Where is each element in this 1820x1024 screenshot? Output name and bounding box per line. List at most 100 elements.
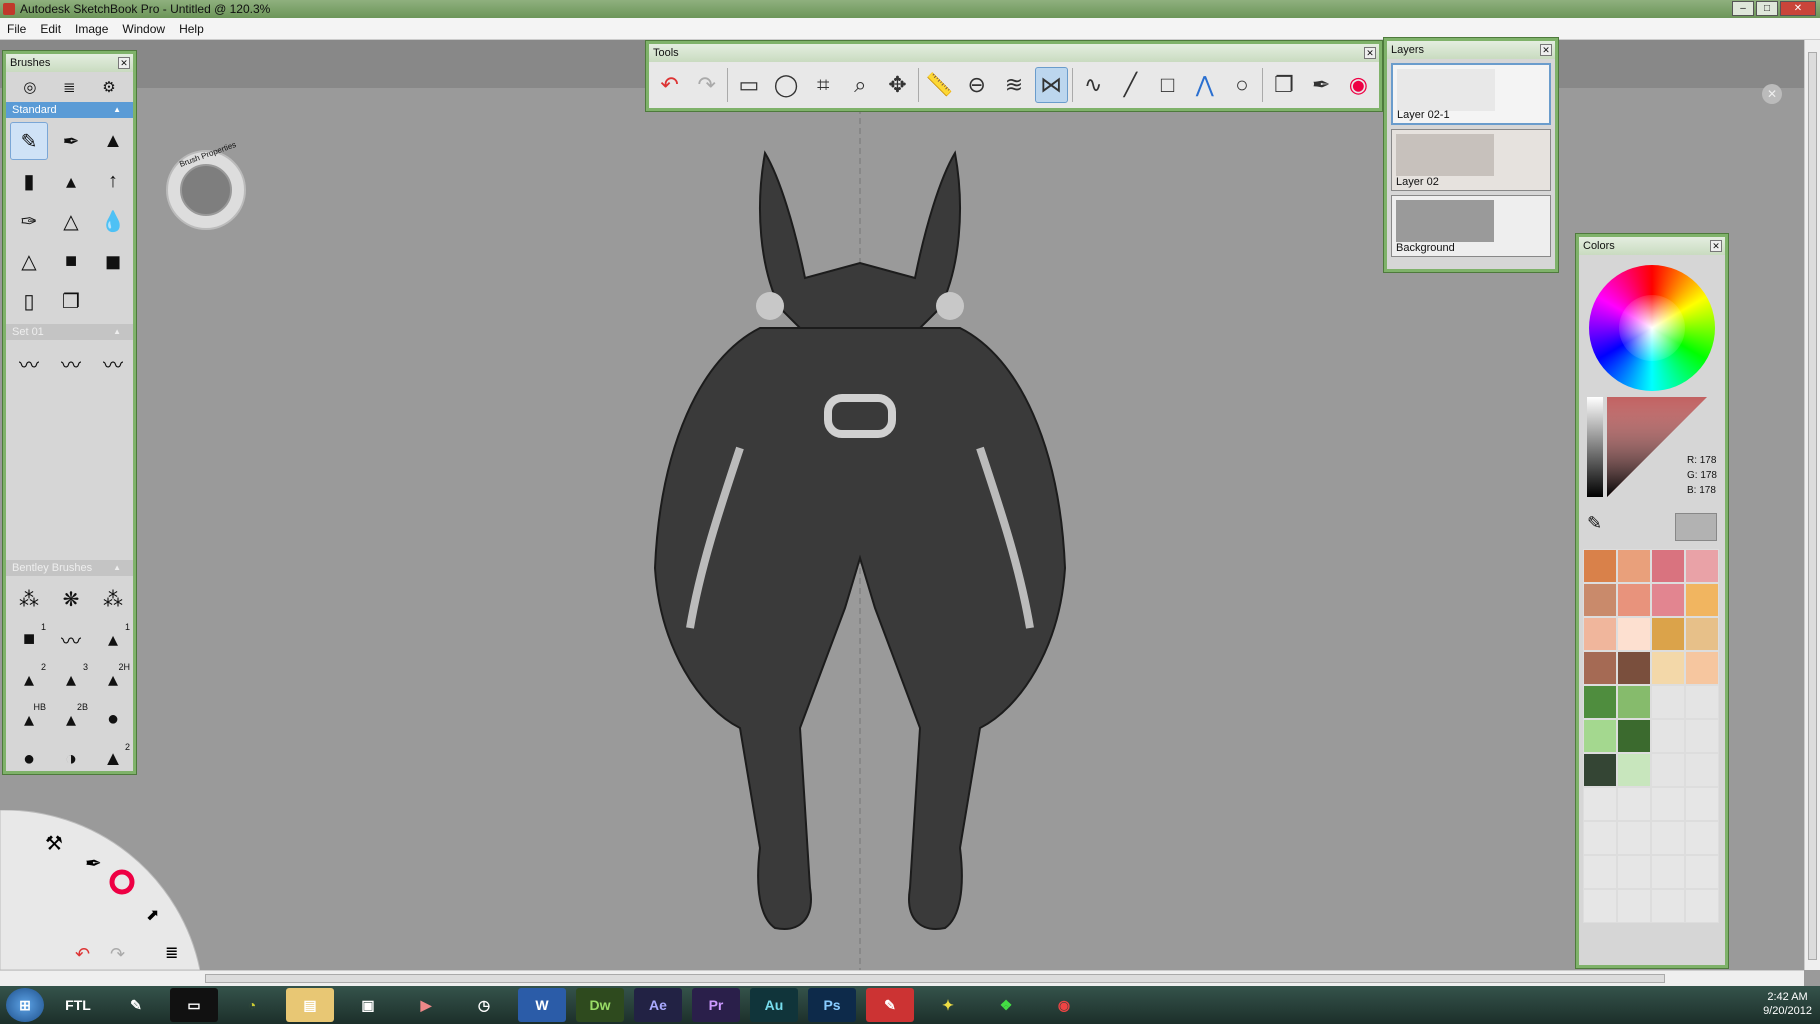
color-swatch[interactable]	[1685, 617, 1719, 651]
menu-window[interactable]: Window	[115, 22, 172, 36]
ink-pen-icon[interactable]: ✑	[10, 202, 48, 240]
round-brush-icon[interactable]: ●	[10, 740, 48, 778]
empty-swatch[interactable]	[1617, 855, 1651, 889]
color-swatch[interactable]	[1651, 651, 1685, 685]
color-swatch[interactable]	[1583, 549, 1617, 583]
taskbar-rss-icon[interactable]: ◔	[228, 988, 276, 1022]
ruler-icon[interactable]: 📏	[923, 67, 956, 103]
pencil-brush-icon[interactable]: ▴ 2	[10, 660, 48, 698]
rectangle-icon[interactable]: □	[1151, 67, 1184, 103]
color-swatch[interactable]	[1617, 651, 1651, 685]
close-icon[interactable]: ✕	[1540, 44, 1552, 56]
pencil-brush-icon[interactable]: ▴ HB	[10, 700, 48, 738]
taskbar-pen-icon[interactable]: ✎	[112, 988, 160, 1022]
taskbar-cmd-icon[interactable]: ▭	[170, 988, 218, 1022]
color-swatch[interactable]	[1685, 685, 1719, 719]
value-slider[interactable]	[1587, 397, 1603, 497]
ellipse-guide-icon[interactable]: ⊖	[960, 67, 993, 103]
color-swatch[interactable]	[1651, 549, 1685, 583]
airbrush-icon[interactable]: △	[52, 202, 90, 240]
empty-swatch[interactable]	[1617, 889, 1651, 923]
color-swatch[interactable]	[1583, 617, 1617, 651]
close-button[interactable]: ✕	[1780, 1, 1816, 16]
empty-swatch[interactable]	[1685, 855, 1719, 889]
color-swatch[interactable]	[1617, 617, 1651, 651]
menu-file[interactable]: File	[0, 22, 33, 36]
bucket-icon[interactable]: ▯	[10, 282, 48, 320]
symmetry-icon[interactable]: ⋈	[1034, 67, 1068, 103]
stroke-brush-icon[interactable]: 〰	[10, 344, 48, 382]
empty-swatch[interactable]	[1685, 889, 1719, 923]
marker-brush-icon[interactable]: ▲	[94, 122, 132, 160]
section-set-01[interactable]: Set 01	[6, 324, 133, 340]
french-curve-icon[interactable]: ≋	[997, 67, 1030, 103]
taskbar-dreamweaver[interactable]: Dw	[576, 988, 624, 1022]
taskbar-aftereffects[interactable]: Ae	[634, 988, 682, 1022]
polyline-icon[interactable]: ⋀	[1188, 67, 1221, 103]
empty-swatch[interactable]	[1651, 855, 1685, 889]
color-swatch[interactable]	[1617, 753, 1651, 787]
color-swatch[interactable]	[1583, 583, 1617, 617]
layer-item[interactable]: Layer 02-1	[1391, 63, 1551, 125]
line-icon[interactable]: ╱	[1114, 67, 1147, 103]
color-swatch[interactable]	[1651, 685, 1685, 719]
color-swatch[interactable]	[1685, 719, 1719, 753]
taskbar-photoshop[interactable]: Ps	[808, 988, 856, 1022]
saturation-picker[interactable]: R: 178 G: 178 B: 178	[1585, 397, 1719, 507]
blend-brush-icon[interactable]: ◑	[52, 740, 90, 778]
start-button[interactable]: ⊞	[6, 988, 44, 1022]
brush-list-icon[interactable]: ≣	[63, 78, 76, 96]
empty-swatch[interactable]	[1583, 821, 1617, 855]
eyedropper-icon[interactable]: ✎	[1587, 513, 1602, 541]
copy-brush-icon[interactable]: ❐	[52, 282, 90, 320]
taskbar-sketchbook-icon[interactable]: ✎	[866, 988, 914, 1022]
canvas-close-icon[interactable]: ✕	[1762, 84, 1782, 104]
taskbar-premiere[interactable]: Pr	[692, 988, 740, 1022]
undo-icon[interactable]: ↶	[653, 67, 686, 103]
color-swatch[interactable]	[1583, 753, 1617, 787]
close-icon[interactable]: ✕	[1710, 240, 1722, 252]
stroke-brush-icon[interactable]: 〰	[52, 620, 90, 658]
section-bentley-brushes[interactable]: Bentley Brushes	[6, 560, 133, 576]
stroke-brush-icon[interactable]: 〰	[52, 344, 90, 382]
pencil-brush-icon[interactable]: ✎	[10, 122, 48, 160]
stamp-brush-icon[interactable]: ▲ 2	[94, 740, 132, 778]
redo-icon[interactable]: ↷	[690, 67, 723, 103]
vertical-scroll-thumb[interactable]	[1808, 52, 1817, 960]
pencil-brush-icon[interactable]: ▴ 3	[52, 660, 90, 698]
move-icon[interactable]: ✥	[881, 67, 914, 103]
taskbar-ftl[interactable]: FTL	[54, 988, 102, 1022]
pencil-brush-icon[interactable]: ▴ 2B	[52, 700, 90, 738]
taskbar-word-icon[interactable]: W	[518, 988, 566, 1022]
pencil-brush-icon[interactable]: ▴ 2H	[94, 660, 132, 698]
color-swatch[interactable]	[1617, 549, 1651, 583]
color-swatch[interactable]	[1651, 719, 1685, 753]
eraser-hard-icon[interactable]: ■	[52, 242, 90, 280]
menu-edit[interactable]: Edit	[33, 22, 68, 36]
zoom-icon[interactable]: ⌕	[844, 67, 877, 103]
color-swatch[interactable]	[1685, 651, 1719, 685]
color-swatch[interactable]	[1651, 617, 1685, 651]
minimize-button[interactable]: –	[1732, 1, 1754, 16]
taskbar-clock-icon[interactable]: ◷	[460, 988, 508, 1022]
color-swatch[interactable]	[1651, 583, 1685, 617]
water-drop-icon[interactable]: 💧	[94, 202, 132, 240]
color-swatch[interactable]	[1617, 719, 1651, 753]
felt-marker-icon[interactable]: ▮	[10, 162, 48, 200]
brush-settings-icon[interactable]: ⚙	[102, 78, 115, 96]
spray-brush-icon[interactable]: ⁂	[10, 580, 48, 618]
color-swatch[interactable]	[1583, 651, 1617, 685]
empty-swatch[interactable]	[1583, 889, 1617, 923]
maximize-button[interactable]: □	[1756, 1, 1778, 16]
fine-pen-icon[interactable]: ↑	[94, 162, 132, 200]
color-swatch[interactable]	[1583, 719, 1617, 753]
crop-icon[interactable]: ⌗	[807, 67, 840, 103]
soft-dot-icon[interactable]: ●	[94, 700, 132, 738]
taskbar-media-icon[interactable]: ▶	[402, 988, 450, 1022]
color-swatch[interactable]	[1617, 685, 1651, 719]
ellipse-icon[interactable]: ○	[1225, 67, 1258, 103]
color-swatch[interactable]	[1583, 685, 1617, 719]
lagoon-menu[interactable]: ⚒ ✒ ⬈ ↶ ↷ ≣	[0, 810, 200, 970]
color-swatch[interactable]	[1651, 753, 1685, 787]
empty-swatch[interactable]	[1583, 855, 1617, 889]
